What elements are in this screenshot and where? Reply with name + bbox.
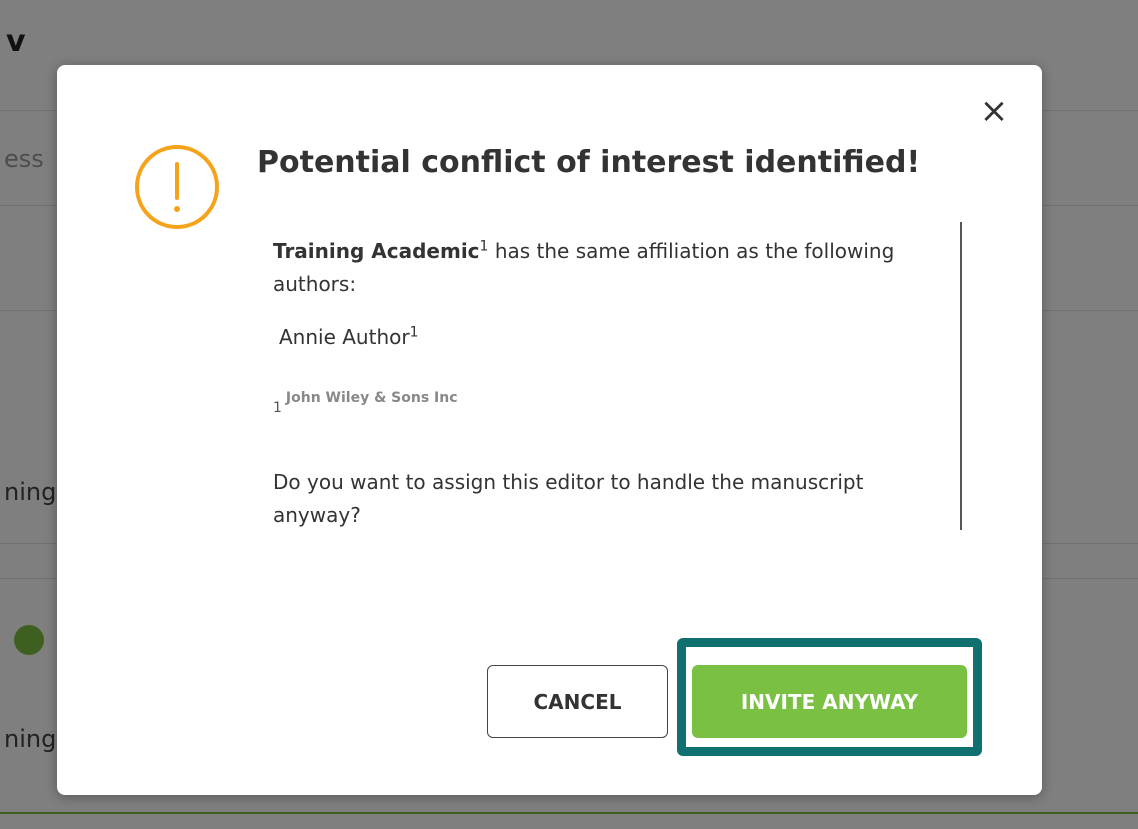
invite-anyway-button[interactable]: INVITE ANYWAY <box>692 665 967 738</box>
author-affiliation-sup: 1 <box>409 324 419 341</box>
warning-circle-icon <box>135 145 219 229</box>
dialog-body: Training Academic1 has the same affiliat… <box>273 235 933 532</box>
page: v ess ning ning × Potential conflict of … <box>0 0 1138 829</box>
author-name: Annie Author <box>279 325 410 349</box>
dialog-title: Potential conflict of interest identifie… <box>257 145 921 180</box>
conflict-dialog: × Potential conflict of interest identif… <box>57 65 1042 795</box>
scrollbar[interactable] <box>960 222 962 530</box>
confirm-question: Do you want to assign this editor to han… <box>273 470 864 527</box>
affiliation-footnote: 1John Wiley & Sons Inc <box>273 386 933 420</box>
cancel-button[interactable]: CANCEL <box>487 665 668 738</box>
list-item: Annie Author1 <box>273 321 933 354</box>
affiliation-number: 1 <box>273 400 282 416</box>
close-button[interactable]: × <box>976 93 1012 129</box>
editor-name: Training Academic <box>273 239 480 263</box>
conflict-message: Training Academic1 has the same affiliat… <box>273 235 933 301</box>
affiliation-name: John Wiley & Sons Inc <box>285 390 458 406</box>
close-icon: × <box>979 91 1009 131</box>
